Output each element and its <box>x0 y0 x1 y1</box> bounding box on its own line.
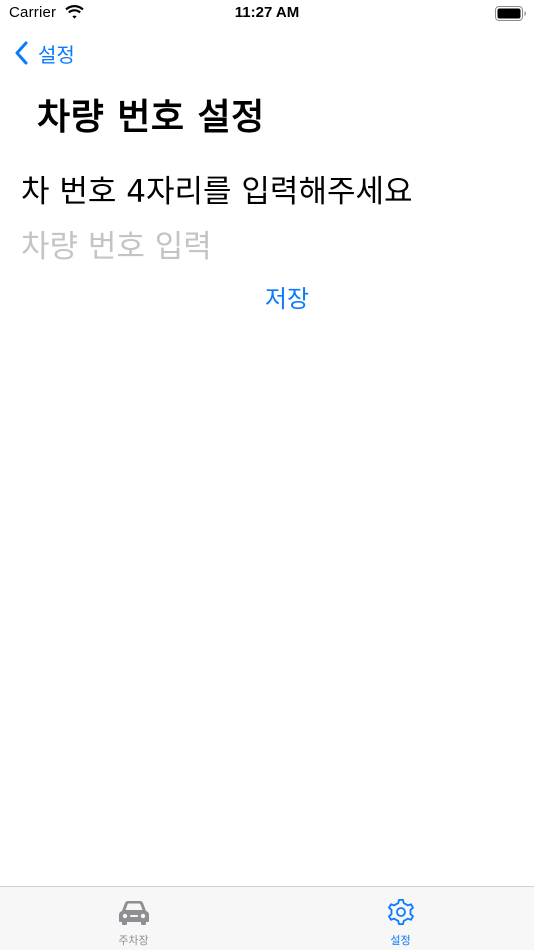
back-button[interactable]: 설정 <box>14 38 75 68</box>
tab-parking[interactable]: 주차장 <box>0 887 267 951</box>
back-button-label: 설정 <box>38 42 75 67</box>
car-icon <box>118 901 149 925</box>
status-time: 11:27 AM <box>234 4 300 21</box>
plate-number-input[interactable] <box>21 224 511 270</box>
gear-icon <box>387 898 414 926</box>
chevron-left-icon <box>15 41 28 65</box>
tab-parking-label: 주차장 <box>118 934 149 947</box>
page-title: 차량 번호 설정 <box>37 97 265 138</box>
tab-bar: 주차장 설정 <box>0 886 534 950</box>
tab-settings-label: 설정 <box>390 934 411 947</box>
save-button[interactable]: 저장 <box>237 276 337 316</box>
status-bar: Carrier 11:27 AM <box>0 0 534 30</box>
tab-settings[interactable]: 설정 <box>267 887 534 951</box>
instruction-text: 차 번호 4자리를 입력해주세요 <box>21 174 413 210</box>
battery-icon <box>495 6 526 21</box>
